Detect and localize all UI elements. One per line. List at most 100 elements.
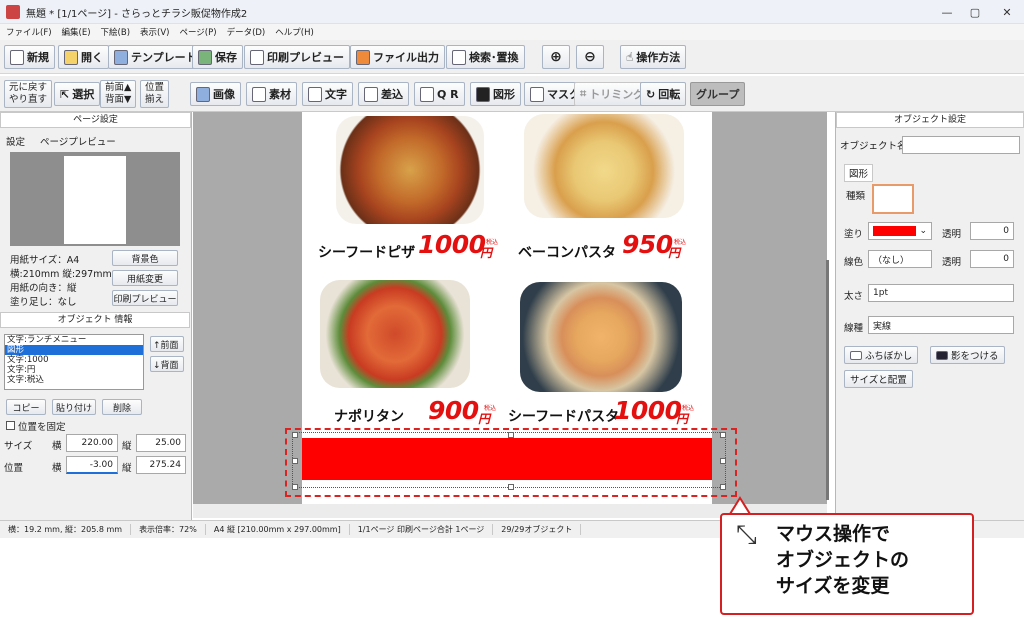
shape-kind-selector[interactable] xyxy=(872,184,914,214)
pos-x-label: 横 xyxy=(52,463,62,474)
size-height-input[interactable]: 25.00 xyxy=(136,434,186,452)
paper-size-text: 用紙サイズ：A4 xyxy=(10,255,80,266)
rotate-button[interactable]: ↻ 回転 xyxy=(640,82,687,106)
menu-file[interactable]: ファイル(F) xyxy=(6,26,52,38)
tab-page-preview[interactable]: ページプレビュー xyxy=(40,134,116,148)
change-paper-button[interactable]: 用紙変更 xyxy=(112,270,178,286)
menu-edit[interactable]: 編集(E) xyxy=(62,26,91,38)
delete-button[interactable]: 削除 xyxy=(102,399,142,415)
line-color-select[interactable]: （なし） xyxy=(868,250,932,268)
vertical-scrollbar[interactable] xyxy=(826,260,829,500)
undo-button[interactable]: 元に戻す xyxy=(9,82,47,94)
align-button[interactable]: 位置 揃え xyxy=(140,80,170,108)
line-color-label: 線色 xyxy=(844,257,864,268)
lock-position-checkbox[interactable] xyxy=(6,421,15,430)
object-list[interactable]: 文字:ランチメニュー 図形 文字:1000 文字:円 文字:税込 xyxy=(4,334,144,390)
yen-mark[interactable]: 円 xyxy=(478,410,490,427)
redo-button[interactable]: やり直す xyxy=(9,94,47,106)
size-position-button[interactable]: サイズと配置 xyxy=(844,370,913,388)
dish-name[interactable]: シーフードパスタ xyxy=(508,406,619,426)
position-y-input[interactable]: 275.24 xyxy=(136,456,186,474)
page-print-preview-button[interactable]: 印刷プレビュー xyxy=(112,290,178,306)
dish-price[interactable]: 1000 xyxy=(418,230,486,259)
order-group[interactable]: 前面▲ 背面▼ xyxy=(100,80,137,108)
dish-price[interactable]: 950 xyxy=(622,230,673,259)
yen-mark[interactable]: 円 xyxy=(668,244,680,261)
fill-color-select[interactable]: ⌄ xyxy=(868,222,932,240)
save-button[interactable]: 保存 xyxy=(192,45,243,69)
size-width-input[interactable]: 220.00 xyxy=(66,434,118,452)
fill-opacity-input[interactable]: 0 xyxy=(970,222,1014,240)
text-button[interactable]: 文字 xyxy=(302,82,353,106)
line-width-select[interactable]: 1pt xyxy=(868,284,1014,302)
obj-back-button[interactable]: ↓背面 xyxy=(150,356,184,372)
yen-mark[interactable]: 円 xyxy=(480,244,492,261)
dish-name[interactable]: ベーコンパスタ xyxy=(518,242,616,262)
menu-page[interactable]: ページ(P) xyxy=(179,26,216,38)
dish-price[interactable]: 1000 xyxy=(614,396,682,425)
shape-button[interactable]: 図形 xyxy=(470,82,521,106)
object-name-input[interactable] xyxy=(902,136,1020,154)
search-replace-button[interactable]: 検索･置換 xyxy=(446,45,525,69)
tax-label[interactable]: 税込 xyxy=(486,237,498,246)
zoom-out-button[interactable]: ⊖ xyxy=(576,45,604,69)
tab-shape[interactable]: 図形 xyxy=(844,164,874,182)
dish-name[interactable]: シーフードピザ xyxy=(318,242,415,262)
dish-price[interactable]: 900 xyxy=(428,396,479,425)
maximize-button[interactable]: ▢ xyxy=(960,0,990,24)
menu-data[interactable]: データ(D) xyxy=(227,26,266,38)
merge-button[interactable]: 差込 xyxy=(358,82,409,106)
trim-button[interactable]: ⌗ トリミング xyxy=(574,82,651,106)
highlight-dashed-box xyxy=(285,428,737,497)
group-button[interactable]: グループ xyxy=(690,82,746,106)
status-objects: 29/29オブジェクト xyxy=(493,524,582,535)
seafood-pasta-photo[interactable] xyxy=(520,282,682,392)
minimize-button[interactable]: — xyxy=(932,0,962,24)
yen-mark[interactable]: 円 xyxy=(676,410,688,427)
bring-front-button[interactable]: 前面▲ xyxy=(105,82,131,94)
paste-button[interactable]: 貼り付け xyxy=(52,399,96,415)
shadow-button[interactable]: 影をつける xyxy=(930,346,1005,364)
tax-label[interactable]: 税込 xyxy=(484,403,496,412)
select-button[interactable]: ⇱ 選択 xyxy=(54,82,101,106)
bg-color-button[interactable]: 背景色 xyxy=(112,250,178,266)
menu-draft[interactable]: 下絵(B) xyxy=(101,26,130,38)
list-item[interactable]: 文字:税込 xyxy=(5,375,143,385)
tax-label[interactable]: 税込 xyxy=(682,403,694,412)
material-button[interactable]: 素材 xyxy=(246,82,297,106)
menu-view[interactable]: 表示(V) xyxy=(140,26,169,38)
template-button[interactable]: テンプレート xyxy=(108,45,203,69)
line-opacity-input[interactable]: 0 xyxy=(970,250,1014,268)
napolitan-photo[interactable] xyxy=(320,280,470,388)
dish-name[interactable]: ナポリタン xyxy=(334,406,404,426)
help-button[interactable]: ☝ 操作方法 xyxy=(620,45,687,69)
list-item[interactable]: 文字:円 xyxy=(5,365,143,375)
send-back-button[interactable]: 背面▼ xyxy=(105,94,131,106)
position-x-input[interactable]: -3.00 xyxy=(66,456,118,474)
pizza-photo[interactable] xyxy=(336,116,484,224)
tab-settings[interactable]: 設定 xyxy=(6,134,25,148)
zoom-in-button[interactable]: ⊕ xyxy=(542,45,570,69)
line-opacity-label: 透明 xyxy=(942,257,962,268)
menu-help[interactable]: ヘルプ(H) xyxy=(275,26,314,38)
file-output-button[interactable]: ファイル出力 xyxy=(350,45,445,69)
print-preview-button[interactable]: 印刷プレビュー xyxy=(244,45,350,69)
new-button[interactable]: 新規 xyxy=(4,45,55,69)
undo-redo-group[interactable]: 元に戻す やり直す xyxy=(4,80,53,108)
bacon-pasta-photo[interactable] xyxy=(524,114,684,218)
list-item[interactable]: 文字:ランチメニュー xyxy=(5,335,143,345)
line-style-select[interactable]: 実線 xyxy=(868,316,1014,334)
tax-label[interactable]: 税込 xyxy=(674,237,686,246)
qr-button[interactable]: Q R xyxy=(414,82,465,106)
bleed-text: 塗り足し：なし xyxy=(10,297,77,308)
object-info-header: オブジェクト 情報 xyxy=(0,312,190,328)
obj-front-button[interactable]: ↑前面 xyxy=(150,336,184,352)
list-item[interactable]: 文字:1000 xyxy=(5,355,143,365)
list-item[interactable]: 図形 xyxy=(5,345,143,355)
blur-edge-button[interactable]: ふちぼかし xyxy=(844,346,919,364)
open-button[interactable]: 開く xyxy=(58,45,109,69)
image-icon xyxy=(196,86,210,102)
close-button[interactable]: ✕ xyxy=(992,0,1022,24)
copy-button[interactable]: コピー xyxy=(6,399,46,415)
image-button[interactable]: 画像 xyxy=(190,82,241,106)
